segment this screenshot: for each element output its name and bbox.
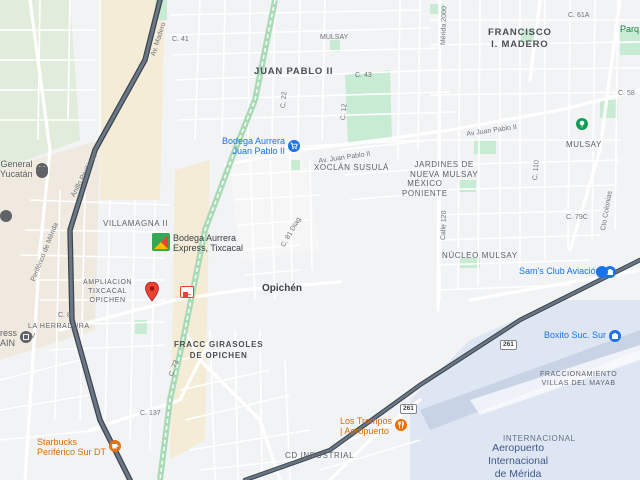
poi-label: Boxito Suc. Sur: [544, 330, 607, 340]
route-shield: 261: [400, 404, 417, 414]
store-marker-icon: [152, 233, 170, 251]
neighborhood-label: AMPLIACION TIXCACAL OPICHEN: [83, 279, 133, 304]
restaurant-icon: [395, 419, 408, 431]
building-icon[interactable]: [0, 210, 12, 222]
neighborhood-label: LA HERRADURA IV: [28, 323, 90, 340]
street-label: C. 79C: [566, 214, 588, 221]
store-icon[interactable]: [596, 266, 608, 278]
poi-boxito[interactable]: Boxito Suc. Sur: [544, 330, 622, 342]
poi-bodega-tixcacal[interactable]: Bodega Aurrera Express, Tixcacal: [152, 233, 243, 253]
neighborhood-label: FRACCIONAMIENTO VILLAS DEL MAYAB: [540, 371, 618, 387]
neighborhood-label: VILLAMAGNA II: [103, 219, 169, 228]
neighborhood-label: FRACC GIRASOLES DE OPICHEN: [174, 340, 264, 360]
street-label: C. 58: [618, 90, 635, 97]
route-shield: 261: [500, 340, 517, 350]
neighborhood-label: XOCLÁN SUSULÁ: [314, 163, 389, 172]
neighborhood-label: CD INDUSTRIAL: [285, 451, 355, 460]
poi-label: Bodega Aurrera Express, Tixcacal: [173, 233, 244, 253]
poi-label: Parq: [620, 24, 640, 34]
neighborhood-label: FRANCISCO I. MADERO: [488, 27, 552, 50]
airport-label: Aeropuerto Internacional de Mérida: [488, 442, 549, 480]
poi-label: Los Trompos | Aeropuerto: [340, 416, 393, 436]
neighborhood-label: JARDINES DE NUEVA MULSAY: [410, 160, 479, 179]
poi-starbucks[interactable]: Starbucks Periférico Sur DT: [37, 437, 122, 457]
street-label: C. 81: [58, 312, 75, 319]
store-icon: [609, 330, 622, 342]
neighborhood-label: MÉXICO PONIENTE: [402, 179, 448, 198]
location-pin-icon[interactable]: [145, 281, 159, 302]
park-icon[interactable]: [576, 118, 588, 130]
park-juan-pablo: [345, 70, 392, 145]
poi-label: ress AIN: [0, 328, 18, 348]
street-label: C. 43: [355, 72, 372, 79]
shopping-cart-icon: [288, 140, 301, 152]
coffee-icon: [109, 440, 122, 452]
poi-label: Starbucks Periférico Sur DT: [37, 437, 107, 457]
neighborhood-label: JUAN PABLO II: [254, 66, 334, 77]
street-label: MULSAY: [320, 34, 349, 41]
neighborhood-label: MULSAY: [566, 140, 602, 149]
poi-label: Bodega Aurrera Juan Pablo II: [222, 136, 286, 156]
building-icon: [20, 331, 33, 343]
gas-station-icon[interactable]: [180, 286, 194, 298]
poi-label: Sam's Club Aviación: [519, 266, 601, 276]
poi-express[interactable]: ress AIN: [0, 328, 33, 348]
street-label: C. 41: [172, 36, 189, 43]
poi-label: General Yucatán: [0, 159, 33, 179]
town-label: Opichén: [262, 283, 303, 294]
street-label: C. 61A: [568, 12, 590, 19]
street-label: C. 137: [140, 410, 161, 417]
map-canvas[interactable]: FRANCISCO I. MADERO JUAN PABLO II VILLAM…: [0, 0, 640, 480]
poi-los-trompos[interactable]: Los Trompos | Aeropuerto: [340, 416, 408, 436]
street-label: Calle 120: [440, 210, 449, 241]
neighborhood-label: NÚCLEO MULSAY: [442, 251, 518, 260]
street-label: C. 22: [280, 91, 289, 109]
street-label: Mérida 2000: [440, 6, 449, 46]
street-label: C. 12: [340, 103, 349, 121]
poi-bodega-juan-pablo[interactable]: Bodega Aurrera Juan Pablo II: [222, 136, 301, 156]
building-icon[interactable]: [36, 166, 48, 178]
poi-parque[interactable]: Parq: [620, 24, 639, 34]
